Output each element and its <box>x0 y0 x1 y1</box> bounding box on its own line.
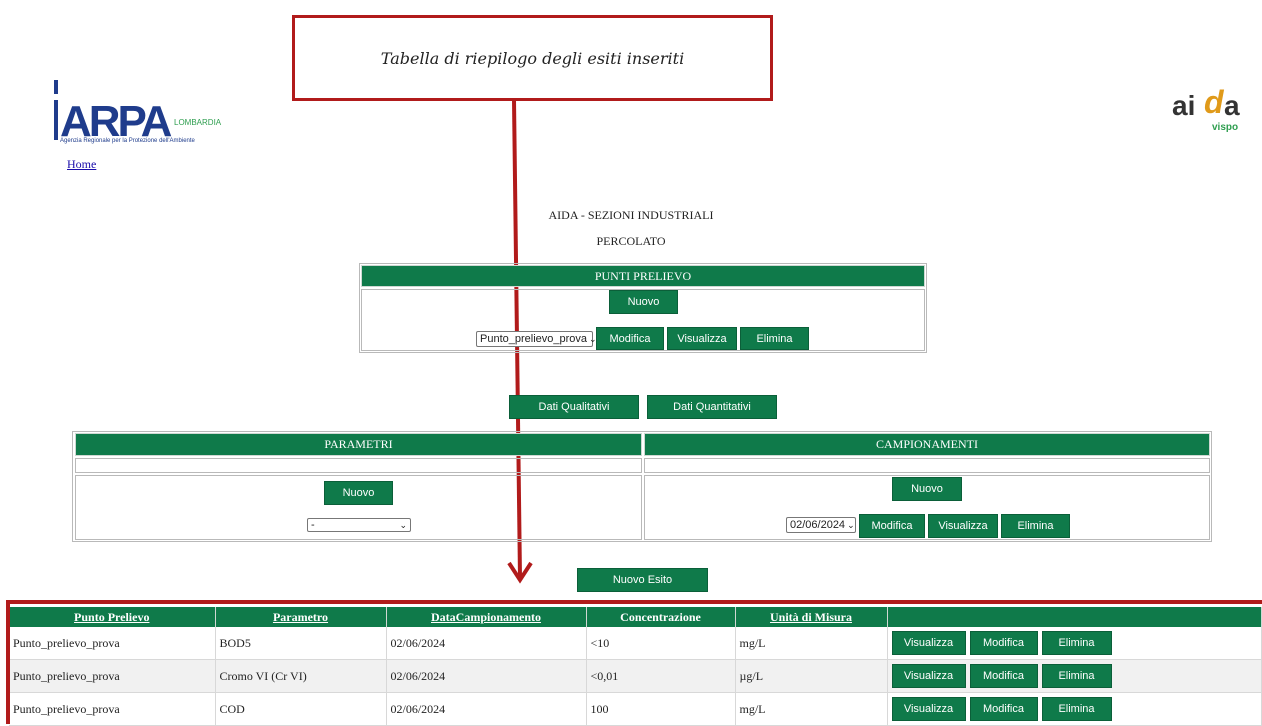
parametri-header: PARAMETRI <box>75 433 642 456</box>
row-delete-button[interactable]: Elimina <box>1041 631 1112 655</box>
chevron-down-icon: ⌄ <box>399 519 407 530</box>
page-subtitle: PERCOLATO <box>596 234 666 248</box>
row-view-button[interactable]: Visualizza <box>891 631 966 655</box>
col-concentrazione: Concentrazione <box>586 607 736 627</box>
cell-punto: Punto_prelievo_prova <box>9 659 216 693</box>
punti-prelievo-header: PUNTI PRELIEVO <box>361 265 925 287</box>
cell-concentrazione: <10 <box>586 627 736 660</box>
col-punto-prelievo[interactable]: Punto Prelievo <box>9 607 216 627</box>
cell-data: 02/06/2024 <box>386 692 587 726</box>
results-table: Punto Prelievo Parametro DataCampionamen… <box>9 607 1262 726</box>
callout-text: Tabella di riepilogo degli esiti inserit… <box>380 48 685 68</box>
col-unita-misura[interactable]: Unità di Misura <box>735 607 888 627</box>
row-view-button[interactable]: Visualizza <box>891 697 966 721</box>
campionamenti-header: CAMPIONAMENTI <box>644 433 1210 456</box>
aida-logo-part2: d <box>1204 84 1224 120</box>
parametri-select-value: - <box>311 519 315 531</box>
chevron-down-icon: ⌄ <box>847 519 855 530</box>
punti-prelievo-select-value: Punto_prelievo_prova <box>480 333 588 345</box>
punti-prelievo-select[interactable]: Punto_prelievo_prova ⌄ <box>476 331 597 347</box>
col-parametro[interactable]: Parametro <box>215 607 387 627</box>
parametri-select[interactable]: - ⌄ <box>307 518 411 532</box>
col-actions <box>887 607 1262 627</box>
row-view-button[interactable]: Visualizza <box>891 664 966 688</box>
cell-data: 02/06/2024 <box>386 659 587 693</box>
cell-actions: Visualizza Modifica Elimina <box>887 627 1262 660</box>
row-edit-button[interactable]: Modifica <box>969 697 1038 721</box>
page-title: AIDA - SEZIONI INDUSTRIALI <box>548 208 714 222</box>
cell-actions: Visualizza Modifica Elimina <box>887 659 1262 693</box>
cell-parametro: BOD5 <box>215 627 387 660</box>
punti-prelievo-view-button[interactable]: Visualizza <box>667 327 737 350</box>
col-data-campionamento[interactable]: DataCampionamento <box>386 607 587 627</box>
row-edit-button[interactable]: Modifica <box>969 664 1038 688</box>
row-edit-button[interactable]: Modifica <box>969 631 1038 655</box>
annotation-callout: Tabella di riepilogo degli esiti inserit… <box>292 15 773 101</box>
cell-punto: Punto_prelievo_prova <box>9 627 216 660</box>
campionamenti-edit-button[interactable]: Modifica <box>859 514 925 538</box>
home-link[interactable]: Home <box>67 157 96 172</box>
row-delete-button[interactable]: Elimina <box>1041 697 1112 721</box>
cell-unita: mg/L <box>735 692 888 726</box>
aida-logo-sub: vispo <box>1212 122 1239 133</box>
punti-prelievo-delete-button[interactable]: Elimina <box>740 327 809 350</box>
campionamenti-view-button[interactable]: Visualizza <box>928 514 998 538</box>
campionamenti-new-button[interactable]: Nuovo <box>892 477 962 501</box>
aida-logo-part3: a <box>1224 90 1240 121</box>
arpa-tagline: Agenzia Regionale per la Protezione dell… <box>60 138 195 144</box>
cell-parametro: Cromo VI (Cr VI) <box>215 659 387 693</box>
cell-unita: mg/L <box>735 627 888 660</box>
cell-concentrazione: 100 <box>586 692 736 726</box>
campionamenti-empty-row <box>644 458 1210 473</box>
row-delete-button[interactable]: Elimina <box>1041 664 1112 688</box>
parametri-new-button[interactable]: Nuovo <box>324 481 393 505</box>
cell-unita: µg/L <box>735 659 888 693</box>
nuovo-esito-button[interactable]: Nuovo Esito <box>577 568 708 592</box>
campionamenti-delete-button[interactable]: Elimina <box>1001 514 1070 538</box>
cell-data: 02/06/2024 <box>386 627 587 660</box>
cell-concentrazione: <0,01 <box>586 659 736 693</box>
cell-parametro: COD <box>215 692 387 726</box>
results-header-row: Punto Prelievo Parametro DataCampionamen… <box>9 607 1262 627</box>
punti-prelievo-edit-button[interactable]: Modifica <box>596 327 664 350</box>
parametri-empty-row <box>75 458 642 473</box>
punti-prelievo-new-button[interactable]: Nuovo <box>609 290 678 314</box>
arpa-logo: ARPA LOMBARDIA Agenzia Regionale per la … <box>52 78 242 153</box>
cell-punto: Punto_prelievo_prova <box>9 692 216 726</box>
table-row: Punto_prelievo_prova BOD5 02/06/2024 <10… <box>9 627 1262 660</box>
tab-dati-quantitativi[interactable]: Dati Quantitativi <box>647 395 777 419</box>
table-row: Punto_prelievo_prova Cromo VI (Cr VI) 02… <box>9 659 1262 693</box>
table-row: Punto_prelievo_prova COD 02/06/2024 100 … <box>9 692 1262 726</box>
campionamenti-select[interactable]: 02/06/2024 ⌄ <box>786 517 856 533</box>
aida-logo-part1: ai <box>1172 90 1196 121</box>
tab-dati-qualitativi[interactable]: Dati Qualitativi <box>509 395 639 419</box>
aida-logo: ai d a vispo <box>1172 84 1242 140</box>
campionamenti-select-value: 02/06/2024 <box>790 519 846 531</box>
cell-actions: Visualizza Modifica Elimina <box>887 692 1262 726</box>
arpa-region: LOMBARDIA <box>174 118 222 127</box>
